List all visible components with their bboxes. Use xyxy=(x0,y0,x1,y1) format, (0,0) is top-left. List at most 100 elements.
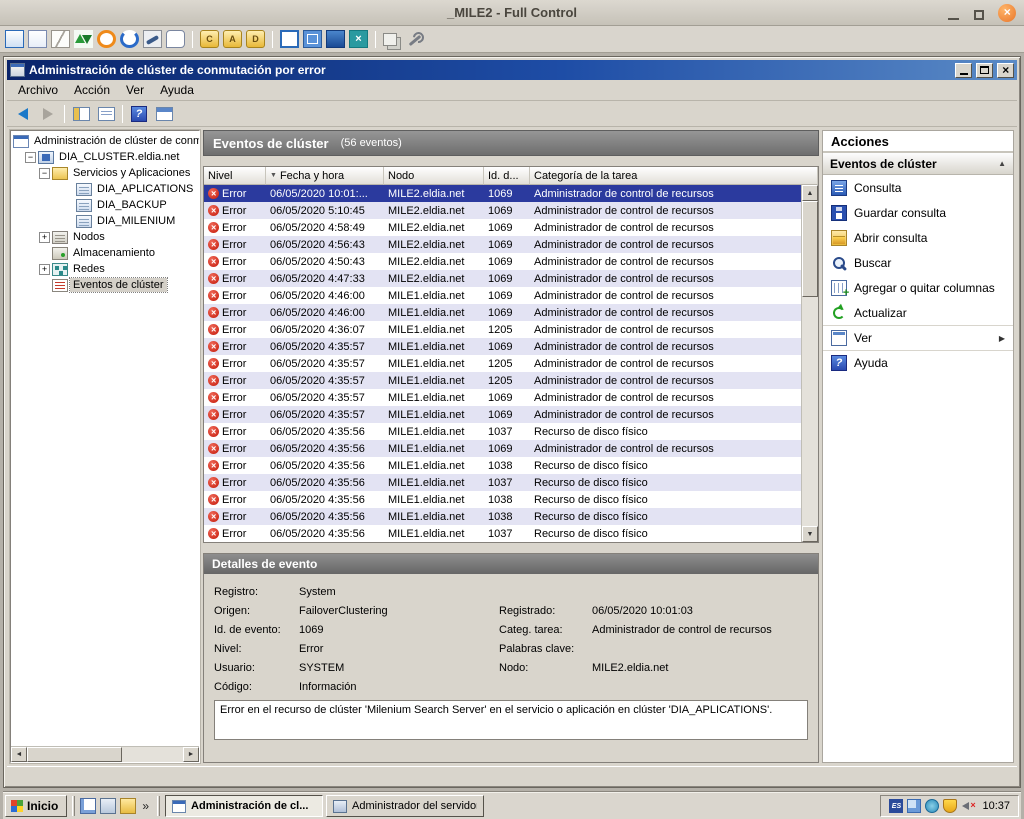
network-globe-icon[interactable] xyxy=(925,799,939,813)
event-row[interactable]: Error 06/05/2020 4:36:07 MILE1.eldia.net… xyxy=(204,321,801,338)
separator[interactable] xyxy=(375,31,376,48)
window-minimize-button[interactable] xyxy=(955,63,972,78)
tree-item[interactable]: + Redes xyxy=(11,261,199,277)
forward-button[interactable] xyxy=(37,103,59,125)
action-item[interactable]: Abrir consulta xyxy=(823,225,1013,250)
action-item[interactable]: Ver ▶ xyxy=(823,325,1013,350)
scrollbar-track[interactable] xyxy=(122,747,183,762)
viewer-close-button[interactable] xyxy=(998,4,1016,22)
event-row[interactable]: Error 06/05/2020 4:35:56 MILE1.eldia.net… xyxy=(204,457,801,474)
tree-expander[interactable]: − xyxy=(39,168,50,179)
tree-expander[interactable]: + xyxy=(39,264,50,275)
separator[interactable] xyxy=(192,31,193,48)
event-row[interactable]: Error 06/05/2020 4:35:56 MILE1.eldia.net… xyxy=(204,474,801,491)
chat-icon[interactable] xyxy=(166,30,185,48)
event-row[interactable]: Error 06/05/2020 4:35:56 MILE1.eldia.net… xyxy=(204,508,801,525)
tree-item[interactable]: DIA_MILENIUM xyxy=(11,213,199,229)
event-row[interactable]: Error 06/05/2020 4:50:43 MILE2.eldia.net… xyxy=(204,253,801,270)
task-button[interactable]: Administración de cl... xyxy=(165,795,323,817)
window-titlebar[interactable]: Administración de clúster de conmutación… xyxy=(7,60,1017,80)
event-row[interactable]: Error 06/05/2020 4:35:56 MILE1.eldia.net… xyxy=(204,525,801,542)
tree-expander[interactable]: + xyxy=(39,232,50,243)
quick-launch-overflow-button[interactable]: » xyxy=(139,799,152,813)
del-key-icon[interactable] xyxy=(246,30,265,48)
action-item[interactable]: Guardar consulta xyxy=(823,200,1013,225)
event-row[interactable]: Error 06/05/2020 4:47:33 MILE2.eldia.net… xyxy=(204,270,801,287)
event-row[interactable]: Error 06/05/2020 4:35:56 MILE1.eldia.net… xyxy=(204,440,801,457)
event-row[interactable]: Error 06/05/2020 4:35:56 MILE1.eldia.net… xyxy=(204,423,801,440)
scrollbar-track[interactable] xyxy=(802,297,818,526)
tree-expander[interactable] xyxy=(39,280,50,291)
back-button[interactable] xyxy=(12,103,34,125)
column-header-categoria[interactable]: Categoría de la tarea xyxy=(530,167,818,185)
tree-expander[interactable]: − xyxy=(25,152,36,163)
start-button[interactable]: Inicio xyxy=(5,795,67,817)
tree-item[interactable]: + Nodos xyxy=(11,229,199,245)
event-row[interactable]: Error 06/05/2020 4:35:57 MILE1.eldia.net… xyxy=(204,355,801,372)
scroll-right-button[interactable] xyxy=(183,747,199,762)
connection-info-icon[interactable] xyxy=(28,30,47,48)
help-button[interactable] xyxy=(128,103,150,125)
tree-item[interactable]: Almacenamiento xyxy=(11,245,199,261)
action-item[interactable]: Buscar xyxy=(823,250,1013,275)
tree-expander[interactable] xyxy=(63,200,74,211)
file-transfer-icon[interactable] xyxy=(74,30,93,48)
separator[interactable] xyxy=(272,31,273,48)
tree-expander[interactable] xyxy=(39,248,50,259)
column-header-fecha[interactable]: ▼Fecha y hora xyxy=(266,167,384,185)
window-list-icon[interactable] xyxy=(383,33,397,46)
event-row[interactable]: Error 06/05/2020 5:10:45 MILE2.eldia.net… xyxy=(204,202,801,219)
event-row[interactable]: Error 06/05/2020 4:46:00 MILE1.eldia.net… xyxy=(204,287,801,304)
alt-key-icon[interactable] xyxy=(223,30,242,48)
event-row[interactable]: Error 06/05/2020 4:35:57 MILE1.eldia.net… xyxy=(204,406,801,423)
envelope-icon[interactable] xyxy=(51,30,70,48)
vnc-logo-icon[interactable] xyxy=(97,30,116,48)
show-console-tree-button[interactable] xyxy=(70,103,92,125)
tree-item[interactable]: Administración de clúster de conmu xyxy=(11,133,199,149)
viewer-minimize-button[interactable] xyxy=(946,6,960,20)
windows-explorer-icon[interactable] xyxy=(120,798,136,814)
column-header-id[interactable]: Id. d... xyxy=(484,167,530,185)
menu-item[interactable]: Acción xyxy=(66,80,118,100)
dial-icon[interactable] xyxy=(143,30,162,48)
action-item[interactable]: Ayuda xyxy=(823,350,1013,375)
update-shield-icon[interactable] xyxy=(943,799,957,813)
view-options-button[interactable] xyxy=(153,103,175,125)
ctrl-key-icon[interactable] xyxy=(200,30,219,48)
event-row[interactable]: Error 06/05/2020 4:35:57 MILE1.eldia.net… xyxy=(204,389,801,406)
refresh-screen-icon[interactable] xyxy=(120,30,139,48)
new-connection-icon[interactable] xyxy=(5,30,24,48)
show-desktop-icon[interactable] xyxy=(80,798,96,814)
actions-section-header[interactable]: Eventos de clúster ▲ xyxy=(823,153,1013,175)
scroll-up-button[interactable] xyxy=(802,185,818,201)
event-row[interactable]: Error 06/05/2020 4:35:57 MILE1.eldia.net… xyxy=(204,338,801,355)
event-row[interactable]: Error 06/05/2020 4:58:49 MILE2.eldia.net… xyxy=(204,219,801,236)
settings-icon[interactable] xyxy=(406,30,425,48)
scroll-left-button[interactable] xyxy=(11,747,27,762)
remote-display-icon[interactable] xyxy=(326,30,345,48)
tree-item[interactable]: DIA_BACKUP xyxy=(11,197,199,213)
task-button[interactable]: Administrador del servidor xyxy=(326,795,484,817)
tree-item[interactable]: DIA_APLICATIONS xyxy=(11,181,199,197)
tree-expander[interactable] xyxy=(63,184,74,195)
menu-item[interactable]: Archivo xyxy=(10,80,66,100)
menu-item[interactable]: Ver xyxy=(118,80,152,100)
volume-muted-icon[interactable] xyxy=(961,799,975,813)
column-header-nodo[interactable]: Nodo xyxy=(384,167,484,185)
column-header-nivel[interactable]: Nivel xyxy=(204,167,266,185)
close-connection-icon[interactable] xyxy=(349,30,368,48)
fullscreen-icon[interactable] xyxy=(280,30,299,48)
server-manager-icon[interactable] xyxy=(100,798,116,814)
action-item[interactable]: Agregar o quitar columnas xyxy=(823,275,1013,300)
action-item[interactable]: Consulta xyxy=(823,175,1013,200)
scrollbar-thumb[interactable] xyxy=(27,747,122,762)
scale-window-icon[interactable] xyxy=(303,30,322,48)
viewer-maximize-button[interactable] xyxy=(972,6,986,20)
tree-item[interactable]: Eventos de clúster xyxy=(11,277,199,293)
menu-item[interactable]: Ayuda xyxy=(152,80,202,100)
event-row[interactable]: Error 06/05/2020 10:01:... MILE2.eldia.n… xyxy=(204,185,801,202)
dual-monitor-icon[interactable] xyxy=(907,799,921,813)
tree-expander[interactable] xyxy=(63,216,74,227)
export-list-button[interactable] xyxy=(95,103,117,125)
tree-item[interactable]: − Servicios y Aplicaciones xyxy=(11,165,199,181)
